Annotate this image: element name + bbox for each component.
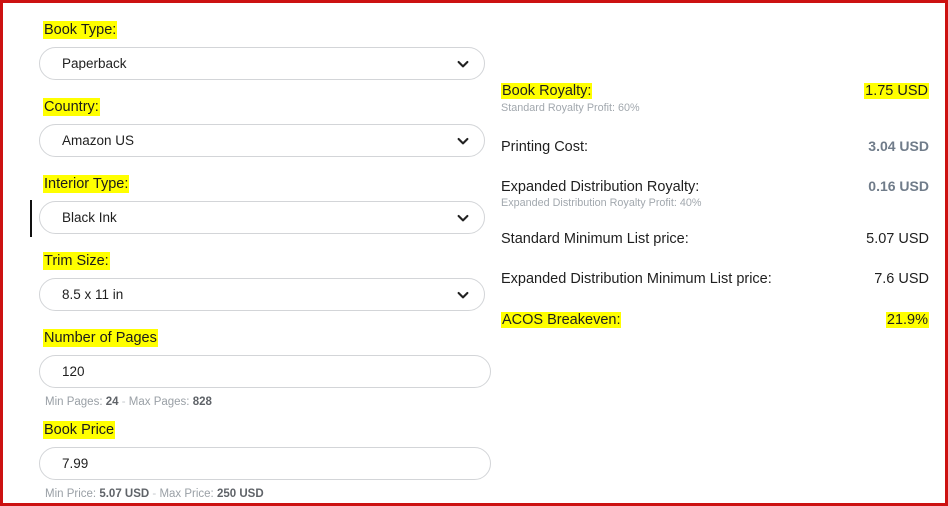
summary-label-expanded-distribution-royalty: Expanded Distribution Royalty: [501, 179, 700, 195]
max-price-value: 250 USD [216, 488, 264, 500]
country-value: Amazon US [62, 133, 135, 148]
field-label-trim-size: Trim Size: [43, 252, 110, 270]
book-price-input[interactable]: 7.99 [39, 447, 491, 480]
min-pages-value: 24 [105, 396, 119, 408]
field-trim-size: Trim Size: 8.5 x 11 in [39, 252, 499, 311]
min-pages-label: Min Pages: [45, 396, 103, 408]
country-select[interactable]: Amazon US [39, 124, 485, 157]
summary-label-standard-minimum-list-price: Standard Minimum List price: [501, 231, 689, 247]
max-pages-label: Max Pages: [128, 396, 190, 408]
number-of-pages-value: 120 [62, 364, 85, 379]
summary-label-acos-breakeven: ACOS Breakeven: [501, 312, 622, 328]
field-label-book-price: Book Price [43, 421, 116, 439]
summary-sub-book-royalty: Standard Royalty Profit: 60% [501, 102, 640, 114]
interior-type-value: Black Ink [62, 210, 117, 225]
summary-label-printing-cost: Printing Cost: [501, 139, 589, 155]
field-book-price: Book Price 7.99 Min Price: 5.07 USD - Ma… [39, 421, 499, 501]
summary-value-expanded-distribution-royalty: 0.16 USD [868, 178, 929, 194]
field-label-book-type: Book Type: [43, 21, 118, 39]
max-pages-value: 828 [192, 396, 212, 408]
summary-value-book-royalty: 1.75 USD [864, 83, 929, 99]
summary-value-expanded-distribution-minimum-list-price: 7.6 USD [874, 271, 929, 287]
book-price-hint: Min Price: 5.07 USD - Max Price: 250 USD [45, 487, 499, 501]
trim-size-select[interactable]: 8.5 x 11 in [39, 278, 485, 311]
summary-label-expanded-distribution-minimum-list-price: Expanded Distribution Minimum List price… [501, 271, 772, 287]
summary-row-acos-breakeven: ACOS Breakeven: 21.9% [501, 311, 929, 329]
summary-row-standard-minimum-list-price: Standard Minimum List price: 5.07 USD [501, 230, 929, 248]
field-interior-type: Interior Type: Black Ink [30, 175, 499, 237]
summary-row-expanded-distribution-minimum-list-price: Expanded Distribution Minimum List price… [501, 270, 929, 288]
chevron-down-icon [456, 134, 470, 148]
field-book-type: Book Type: Paperback [39, 21, 499, 80]
min-price-value: 5.07 USD [99, 488, 150, 500]
summary-value-standard-minimum-list-price: 5.07 USD [866, 231, 929, 247]
number-of-pages-hint: Min Pages: 24 - Max Pages: 828 [45, 395, 499, 409]
text-cursor-indicator [30, 200, 32, 237]
summary-row-book-royalty: Book Royalty: 1.75 USD [501, 82, 929, 100]
summary-sub-expanded-distribution-royalty: Expanded Distribution Royalty Profit: 40… [501, 197, 702, 209]
chevron-down-icon [456, 211, 470, 225]
field-label-country: Country: [43, 98, 100, 116]
number-of-pages-input[interactable]: 120 [39, 355, 491, 388]
field-label-interior-type: Interior Type: [43, 175, 130, 193]
royalty-calculator-window: Book Type: Paperback Country: Amazon US [0, 0, 948, 506]
summary-label-book-royalty: Book Royalty: [501, 83, 593, 99]
hint-separator: - [121, 396, 126, 408]
summary-row-expanded-distribution-royalty: Expanded Distribution Royalty: 0.16 USD [501, 177, 929, 196]
min-price-label: Min Price: [45, 488, 97, 500]
trim-size-value: 8.5 x 11 in [62, 287, 124, 302]
book-price-value: 7.99 [62, 456, 89, 471]
chevron-down-icon [456, 57, 470, 71]
hint-separator: - [152, 488, 157, 500]
summary-value-printing-cost: 3.04 USD [868, 138, 929, 154]
field-label-number-of-pages: Number of Pages [43, 329, 158, 347]
book-type-value: Paperback [62, 56, 127, 71]
chevron-down-icon [456, 288, 470, 302]
interior-type-select[interactable]: Black Ink [30, 200, 485, 237]
summary-value-acos-breakeven: 21.9% [885, 312, 929, 328]
book-type-select[interactable]: Paperback [39, 47, 485, 80]
max-price-label: Max Price: [159, 488, 214, 500]
field-country: Country: Amazon US [39, 98, 499, 157]
summary-row-printing-cost: Printing Cost: 3.04 USD [501, 137, 929, 156]
field-number-of-pages: Number of Pages 120 Min Pages: 24 - Max … [39, 329, 499, 409]
calculator-canvas: Book Type: Paperback Country: Amazon US [3, 3, 945, 503]
